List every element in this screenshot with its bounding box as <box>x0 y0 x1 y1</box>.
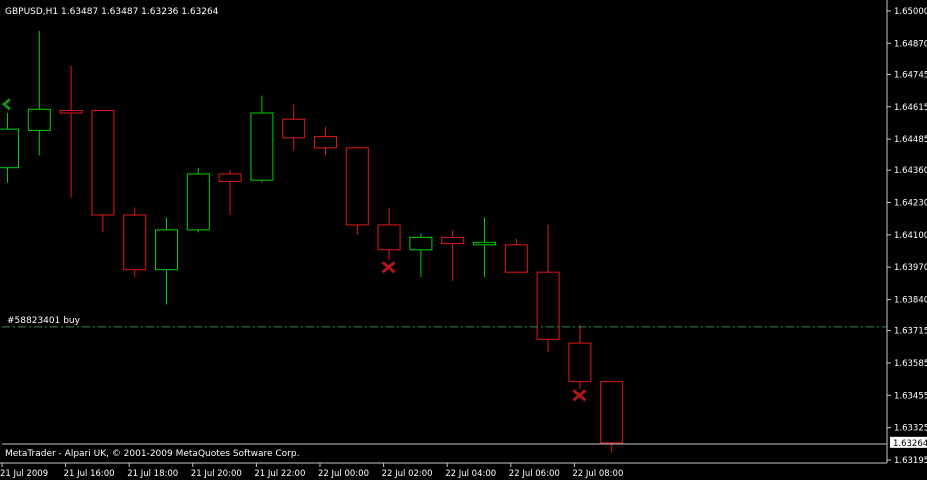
y-tick-label: 1.64745 <box>894 70 927 80</box>
candle-body <box>218 173 242 182</box>
candle <box>377 207 401 260</box>
candle <box>504 238 528 273</box>
y-tick-label: 1.63455 <box>894 391 927 401</box>
y-tick-label: 1.63840 <box>894 296 927 306</box>
candle-body <box>600 381 624 444</box>
y-tick-label: 1.63195 <box>894 456 927 466</box>
candle <box>314 126 337 156</box>
candle <box>91 110 115 233</box>
x-tick-label: 21 Jul 2009 <box>0 469 48 479</box>
candle-body <box>155 229 178 271</box>
candles <box>0 30 624 453</box>
candle-body <box>568 342 592 383</box>
candle <box>218 170 242 215</box>
candle <box>186 167 210 233</box>
candle <box>409 233 433 278</box>
candle-body <box>282 118 306 139</box>
candle <box>600 381 624 453</box>
x-tick-label: 22 Jul 00:00 <box>318 469 369 479</box>
y-tick-label: 1.65000 <box>894 7 927 17</box>
candle <box>0 112 19 183</box>
y-tick-label: 1.64360 <box>894 166 927 176</box>
order-line-label: #58823401 buy <box>7 316 81 326</box>
chart-window: #58823401 buy 1.65000 1.64870 1.64745 1.646… <box>0 0 927 480</box>
candlestick-chart[interactable]: #58823401 buy 1.65000 1.64870 1.64745 1.646… <box>0 0 927 480</box>
y-tick-label: 1.64485 <box>894 135 927 145</box>
candle-body <box>345 147 369 226</box>
candle-body <box>91 110 115 216</box>
time-axis: 21 Jul 2009 21 Jul 16:00 21 Jul 18:00 21 Ju… <box>0 463 623 479</box>
x-tick-label: 21 Jul 22:00 <box>254 469 305 479</box>
y-tick-label: 1.63970 <box>894 263 927 273</box>
candle-body <box>504 244 528 273</box>
candle-body <box>473 241 496 246</box>
x-tick-label: 21 Jul 16:00 <box>64 469 115 479</box>
candle <box>250 95 274 183</box>
x-tick-label: 21 Jul 20:00 <box>191 469 242 479</box>
x-tick-label: 22 Jul 02:00 <box>382 469 433 479</box>
candle-body <box>377 224 401 251</box>
x-tick-label: 22 Jul 04:00 <box>445 469 496 479</box>
candle-body <box>314 136 337 149</box>
y-tick-label: 1.63715 <box>894 327 927 337</box>
x-tick-label: 21 Jul 18:00 <box>127 469 178 479</box>
candle <box>345 147 369 235</box>
candle <box>155 217 178 305</box>
close-mark-icon <box>572 389 587 402</box>
candle-body <box>0 128 19 169</box>
candle-body <box>250 112 274 181</box>
candle-body <box>441 236 465 245</box>
y-tick-label: 1.64870 <box>894 39 927 49</box>
candle <box>568 324 592 390</box>
candle-body <box>123 214 147 271</box>
y-tick-label: 1.64230 <box>894 199 927 209</box>
close-mark-icon <box>381 261 396 274</box>
x-tick-label: 22 Jul 08:00 <box>572 469 623 479</box>
y-tick-label: 1.63585 <box>894 359 927 369</box>
candle-body <box>59 110 83 114</box>
candle <box>27 30 51 156</box>
candle-body <box>536 271 560 340</box>
copyright-footer: MetaTrader - Alpari UK, © 2001-2009 Meta… <box>5 449 299 459</box>
y-tick-label: 1.64615 <box>894 103 927 113</box>
candle <box>536 224 560 352</box>
candle <box>441 229 465 281</box>
candle-body <box>409 236 433 251</box>
y-tick-label: 1.63325 <box>894 424 927 434</box>
candle <box>123 207 147 278</box>
x-tick-label: 22 Jul 06:00 <box>509 469 560 479</box>
current-price-label: 1.63264 <box>893 439 927 449</box>
buy-mark-icon <box>1 98 11 111</box>
candle-body <box>186 173 210 231</box>
candle-body <box>27 108 51 131</box>
candle <box>59 65 83 198</box>
candle <box>282 104 306 151</box>
y-tick-label: 1.64100 <box>894 231 927 241</box>
symbol-header: GBPUSD,H1 1.63487 1.63487 1.63236 1.6326… <box>5 7 219 17</box>
candle <box>473 217 496 278</box>
